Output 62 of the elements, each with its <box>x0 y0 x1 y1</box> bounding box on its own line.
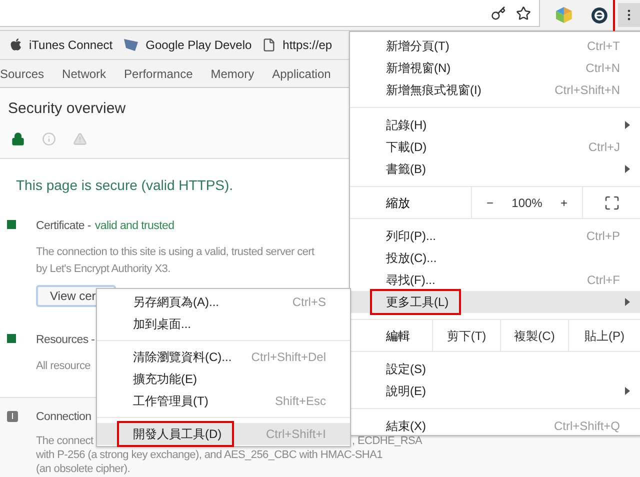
description-text: The connect <box>36 434 94 446</box>
menu-item[interactable]: 下載(D) Ctrl+J <box>350 136 640 158</box>
section-title: Resources - <box>36 333 95 348</box>
panel-title: Security overview <box>8 99 127 119</box>
lock-icon[interactable] <box>11 132 25 146</box>
zoom-label: 縮放 <box>385 194 411 212</box>
bookmark-link[interactable]: iTunes Connect <box>29 36 113 54</box>
menu-item[interactable]: 列印(P)... Ctrl+P <box>350 225 640 247</box>
menu-item[interactable]: 結束(X) Ctrl+Shift+Q <box>350 415 640 437</box>
menu-item[interactable]: 加到桌面... <box>97 313 350 335</box>
devtools-tab[interactable]: Sources <box>0 60 46 87</box>
menu-item[interactable]: 尋找(F)... Ctrl+F <box>350 269 640 291</box>
secure-message: This page is secure (valid HTTPS). <box>15 176 234 195</box>
edit-action-button[interactable]: 複製(C) <box>500 320 568 351</box>
zoom-in-button[interactable]: + <box>546 187 582 218</box>
apple-icon <box>10 38 22 52</box>
menu-button[interactable] <box>618 3 640 27</box>
section-status: valid and trusted <box>94 219 174 234</box>
zoom-out-button[interactable]: − <box>472 187 508 218</box>
devtools-tab[interactable]: Network <box>60 60 108 87</box>
menu-item[interactable]: 新增分頁(T) Ctrl+T <box>350 35 640 57</box>
menu-item[interactable]: 清除瀏覽資料(C)... Ctrl+Shift+Del <box>97 346 350 368</box>
edit-action-button[interactable]: 剪下(T) <box>432 320 500 351</box>
document-icon <box>262 38 276 52</box>
bookmark-link[interactable]: https://ep <box>282 36 332 54</box>
menu-item[interactable]: 書籤(B) <box>350 158 640 180</box>
menu-item[interactable]: 工作管理員(T) Shift+Esc <box>97 390 350 412</box>
menu-item[interactable]: 記錄(H) <box>350 114 640 136</box>
key-icon[interactable] <box>491 6 506 20</box>
description-text: with P-256 (a strong key exchange), and AES_256_CBC with HMAC-SHA1 <box>36 448 382 460</box>
cube-icon[interactable] <box>555 6 574 24</box>
edit-label: 編輯 <box>385 328 411 344</box>
menu-item[interactable]: 設定(S) <box>350 358 640 380</box>
info-badge-icon <box>7 410 18 422</box>
menu-item[interactable]: 說明(E) <box>350 380 640 402</box>
devtools-tab[interactable]: Application <box>270 60 333 87</box>
menu-item[interactable]: 新增視窗(N) Ctrl+N <box>350 57 640 79</box>
description-text: All resource <box>36 360 90 372</box>
devtools-tab[interactable]: Memory <box>208 60 256 87</box>
submenu-arrow-icon <box>625 387 630 395</box>
submenu-arrow-icon <box>625 298 630 306</box>
bookmark-link[interactable]: Google Play Develo <box>146 36 252 54</box>
edit-action-button[interactable]: 貼上(P) <box>568 320 640 351</box>
section-title: Certificate - <box>36 219 91 234</box>
fullscreen-icon <box>604 194 620 210</box>
description-text: The connection to this site is using a valid, trusted server cert <box>36 246 314 258</box>
circle-e-icon[interactable] <box>591 6 608 24</box>
menu-item[interactable]: 投放(C)... <box>350 247 640 269</box>
zoom-value: 100% <box>510 194 544 212</box>
description-text: by Let's Encrypt Authority X3. <box>36 262 170 274</box>
devtools-tab[interactable]: Performance <box>122 60 195 87</box>
description-text: , ECDHE_RSA <box>352 434 422 446</box>
submenu-arrow-icon <box>625 121 630 129</box>
menu-item[interactable]: 開發人員工具(D) Ctrl+Shift+I <box>97 423 350 445</box>
submenu-arrow-icon <box>625 165 630 173</box>
menu-item[interactable]: 更多工具(L) <box>350 291 640 313</box>
flag-icon <box>122 38 139 52</box>
menu-item[interactable]: 新增無痕式視窗(I) Ctrl+Shift+N <box>350 79 640 101</box>
description-text: (an obsolete cipher). <box>36 462 130 474</box>
star-icon[interactable] <box>516 6 532 20</box>
section-title: Connection <box>36 410 92 424</box>
menu-item[interactable]: 擴充功能(E) <box>97 368 350 390</box>
